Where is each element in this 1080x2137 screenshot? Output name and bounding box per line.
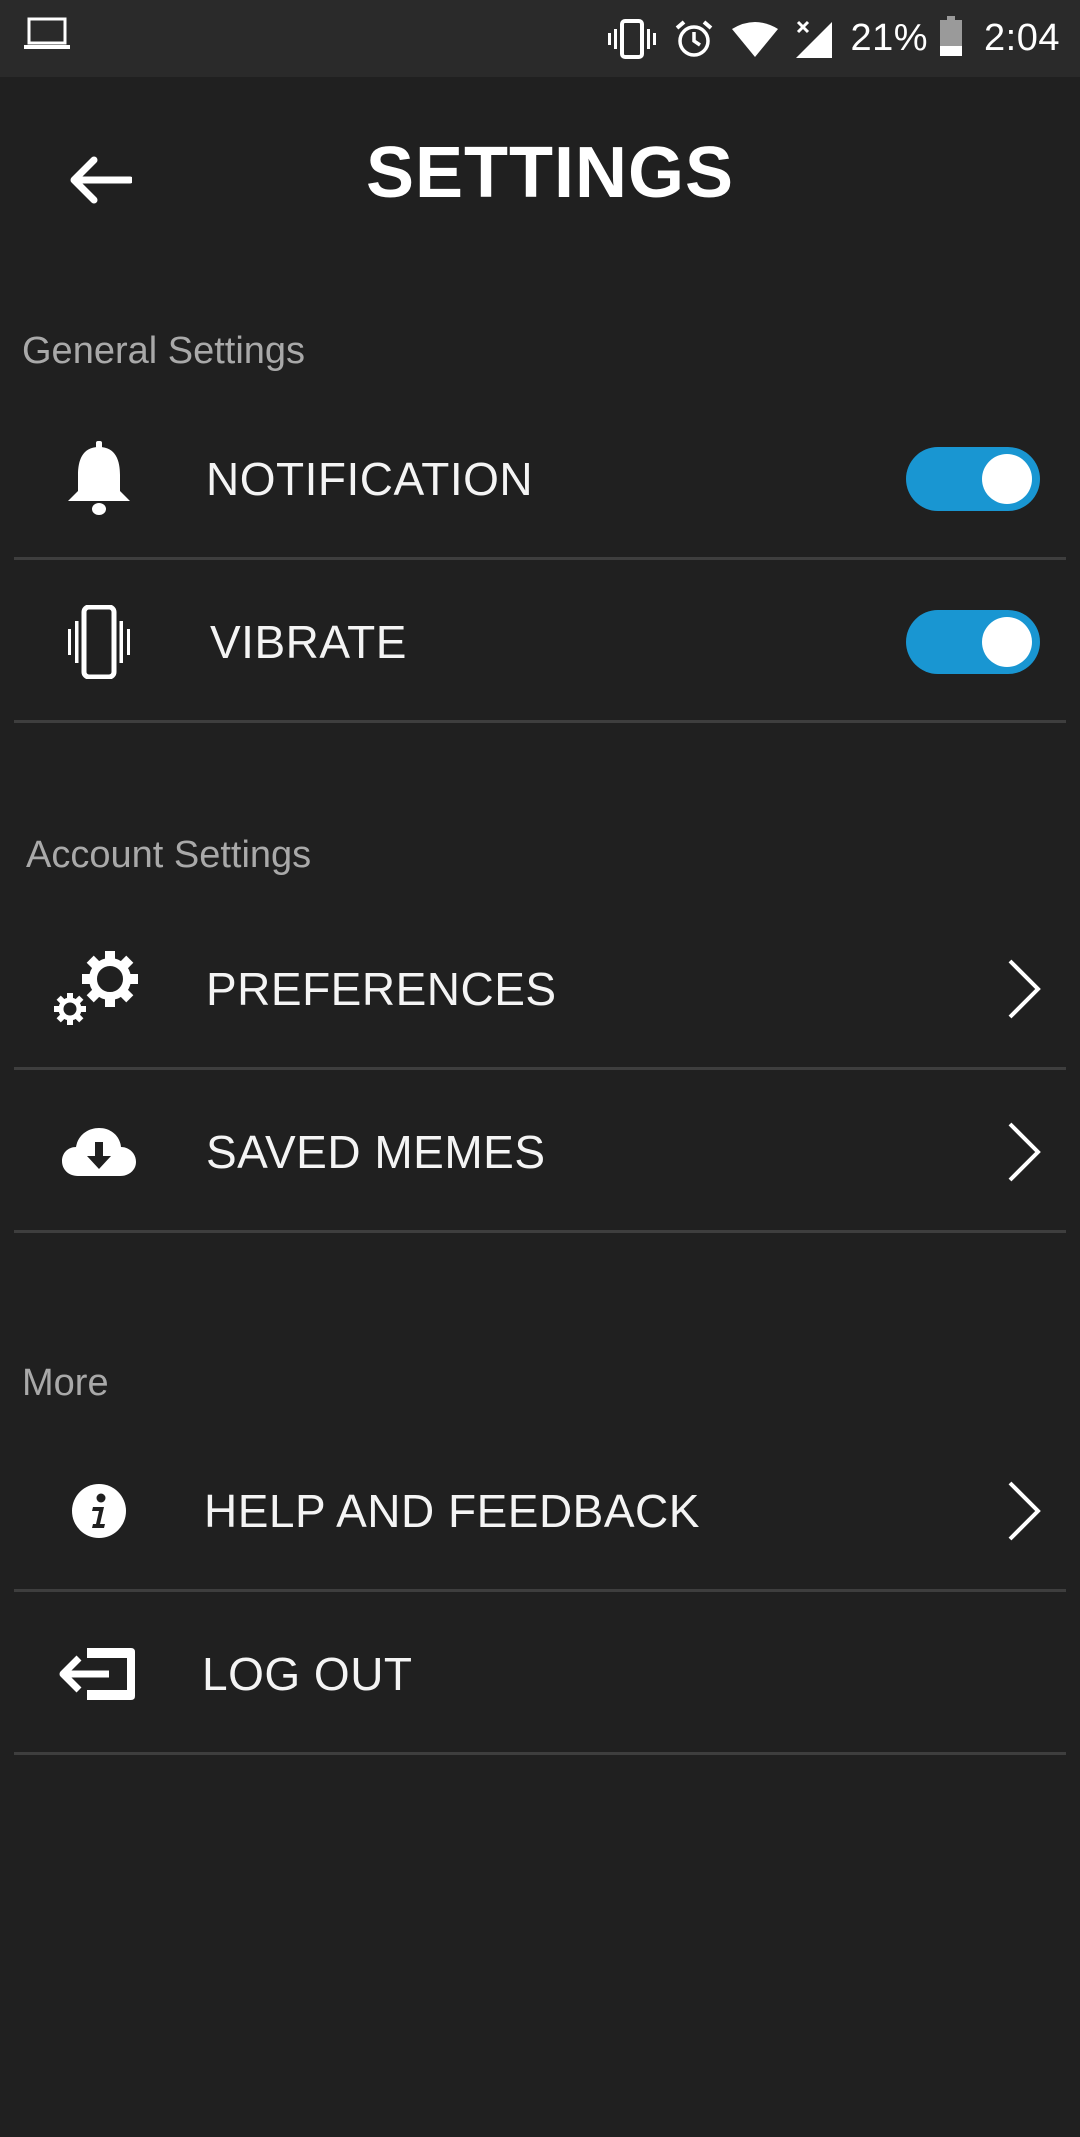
status-bar: 21% 2:04	[0, 0, 1080, 77]
phone-vibrate-icon	[44, 563, 154, 720]
logout-icon	[44, 1595, 154, 1752]
vibrate-label: VIBRATE	[210, 615, 407, 668]
clock: 2:04	[984, 17, 1060, 59]
help-feedback-label: HELP AND FEEDBACK	[204, 1484, 700, 1537]
laptop-icon	[24, 16, 70, 57]
alarm-icon	[674, 19, 714, 59]
notification-label: NOTIFICATION	[206, 452, 534, 505]
vibrate-row[interactable]: VIBRATE	[14, 563, 1066, 723]
bell-icon	[44, 400, 154, 557]
chevron-right-icon	[1004, 1432, 1044, 1589]
app-header: SETTINGS	[0, 77, 1080, 277]
logout-row[interactable]: LOG OUT	[14, 1595, 1066, 1755]
help-feedback-row[interactable]: HELP AND FEEDBACK	[14, 1432, 1066, 1592]
wifi-icon	[732, 21, 779, 57]
chevron-right-icon	[1004, 910, 1044, 1067]
preferences-label: PREFERENCES	[206, 962, 557, 1015]
gears-icon	[44, 910, 154, 1067]
battery-icon	[940, 16, 963, 61]
notification-row[interactable]: NOTIFICATION	[14, 400, 1066, 560]
section-label-more: More	[22, 1362, 109, 1404]
vibrate-toggle[interactable]	[906, 609, 1040, 674]
vibrate-icon	[608, 18, 657, 59]
battery-percent: 21%	[850, 17, 929, 59]
page-title: SETTINGS	[365, 133, 735, 213]
toggle-knob	[982, 616, 1032, 667]
info-icon	[44, 1432, 154, 1589]
preferences-row[interactable]: PREFERENCES	[14, 910, 1066, 1070]
notification-toggle[interactable]	[906, 446, 1040, 511]
toggle-knob	[982, 453, 1032, 504]
logout-label: LOG OUT	[202, 1647, 413, 1700]
chevron-right-icon	[1004, 1073, 1044, 1230]
section-label-account: Account Settings	[26, 834, 312, 876]
signal-icon	[796, 20, 833, 58]
section-label-general: General Settings	[22, 330, 306, 372]
saved-memes-row[interactable]: SAVED MEMES	[14, 1073, 1066, 1233]
saved-memes-label: SAVED MEMES	[206, 1125, 546, 1178]
cloud-download-icon	[44, 1073, 154, 1230]
